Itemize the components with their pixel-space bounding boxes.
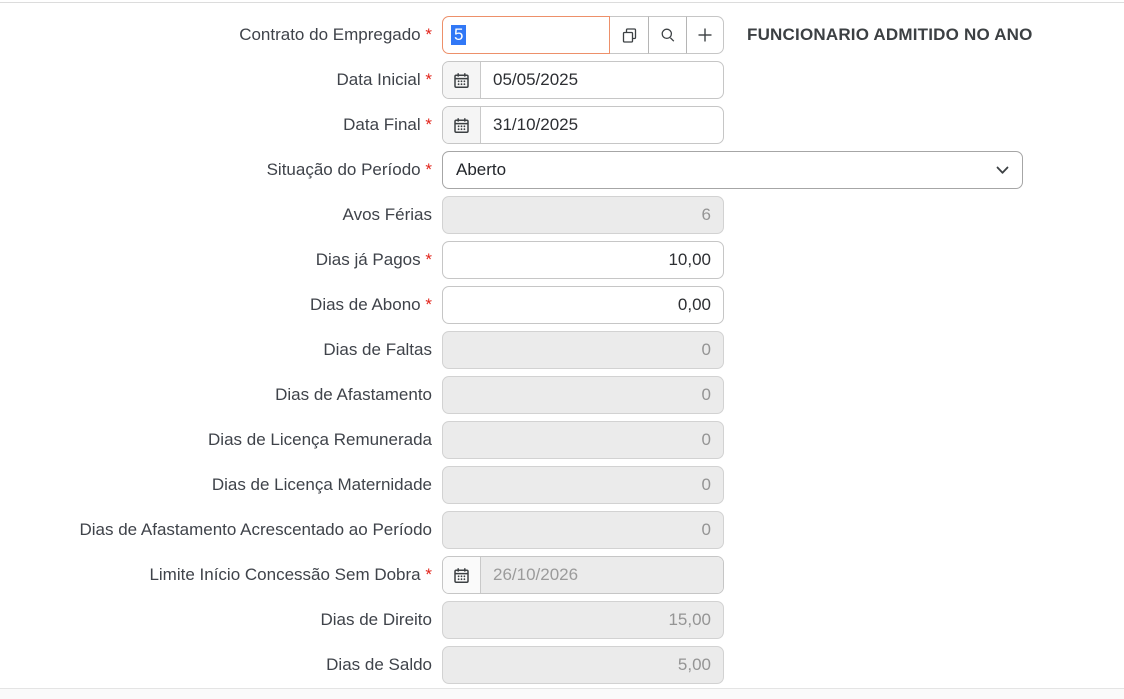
field-label: Contrato do Empregado *	[0, 25, 442, 45]
row-leave-days: Dias de Afastamento	[0, 376, 1033, 414]
start-date-group: 05/05/2025	[442, 61, 724, 99]
row-absence-days: Dias de Faltas	[0, 331, 1033, 369]
field-label: Limite Início Concessão Sem Dobra *	[0, 565, 442, 585]
copy-icon	[621, 27, 638, 44]
field-label: Data Final *	[0, 115, 442, 135]
search-icon	[660, 27, 676, 43]
vacation-period-form: Contrato do Empregado * 5	[0, 16, 1033, 691]
absence-days-input	[442, 331, 724, 369]
end-date-input[interactable]: 31/10/2025	[481, 107, 723, 143]
field-label: Dias já Pagos *	[0, 250, 442, 270]
field-label: Data Inicial *	[0, 70, 442, 90]
contract-input[interactable]: 5	[442, 16, 610, 54]
chevron-down-icon	[996, 166, 1009, 175]
required-asterisk: *	[425, 70, 432, 89]
required-asterisk: *	[425, 565, 432, 584]
required-asterisk: *	[425, 295, 432, 314]
field-label: Dias de Licença Maternidade	[0, 475, 442, 495]
grant-start-limit-calendar-button	[443, 557, 481, 593]
calendar-icon	[453, 72, 470, 89]
field-label: Dias de Faltas	[0, 340, 442, 360]
required-asterisk: *	[425, 250, 432, 269]
employee-note: FUNCIONARIO ADMITIDO NO ANO	[747, 25, 1033, 45]
row-start-date: Data Inicial * 05/05/2025	[0, 61, 1033, 99]
end-date-group: 31/10/2025	[442, 106, 724, 144]
paid-leave-days-input	[442, 421, 724, 459]
row-paid-leave-days: Dias de Licença Remunerada	[0, 421, 1033, 459]
row-contract: Contrato do Empregado * 5	[0, 16, 1033, 54]
grant-start-limit-group: 26/10/2026	[442, 556, 724, 594]
row-period-status: Situação do Período * Aberto	[0, 151, 1033, 189]
selected-option: Aberto	[456, 160, 506, 180]
start-date-calendar-button[interactable]	[443, 62, 481, 98]
field-label: Dias de Licença Remunerada	[0, 430, 442, 450]
field-label: Dias de Afastamento Acrescentado ao Perí…	[0, 520, 442, 540]
field-label: Avos Férias	[0, 205, 442, 225]
row-maternity-leave-days: Dias de Licença Maternidade	[0, 466, 1033, 504]
copy-button[interactable]	[610, 16, 648, 54]
maternity-leave-days-input	[442, 466, 724, 504]
search-button[interactable]	[648, 16, 686, 54]
row-grant-start-limit: Limite Início Concessão Sem Dobra *	[0, 556, 1033, 594]
balance-days-input	[442, 646, 724, 684]
leave-days-input	[442, 376, 724, 414]
required-asterisk: *	[425, 25, 432, 44]
end-date-calendar-button[interactable]	[443, 107, 481, 143]
period-status-select[interactable]: Aberto	[442, 151, 1023, 189]
row-days-already-paid: Dias já Pagos *	[0, 241, 1033, 279]
start-date-input[interactable]: 05/05/2025	[481, 62, 723, 98]
field-label: Dias de Saldo	[0, 655, 442, 675]
bottom-divider	[0, 688, 1124, 699]
vacation-twelfths-input	[442, 196, 724, 234]
row-entitled-days: Dias de Direito	[0, 601, 1033, 639]
entitled-days-input	[442, 601, 724, 639]
required-asterisk: *	[425, 160, 432, 179]
field-label: Dias de Abono *	[0, 295, 442, 315]
calendar-icon	[453, 117, 470, 134]
add-button[interactable]	[686, 16, 724, 54]
field-label: Situação do Período *	[0, 160, 442, 180]
field-label: Dias de Afastamento	[0, 385, 442, 405]
allowance-days-input[interactable]	[442, 286, 724, 324]
calendar-icon	[453, 567, 470, 584]
contract-lookup-group: 5	[442, 16, 724, 54]
row-end-date: Data Final * 31/10/2025	[0, 106, 1033, 144]
required-asterisk: *	[425, 115, 432, 134]
field-label: Dias de Direito	[0, 610, 442, 630]
top-divider	[0, 2, 1124, 3]
row-vacation-twelfths: Avos Férias	[0, 196, 1033, 234]
grant-start-limit-input: 26/10/2026	[481, 557, 723, 593]
days-already-paid-input[interactable]	[442, 241, 724, 279]
selected-text: 5	[451, 25, 466, 45]
row-allowance-days: Dias de Abono *	[0, 286, 1033, 324]
leave-days-added-input	[442, 511, 724, 549]
plus-icon	[697, 27, 713, 43]
row-leave-days-added: Dias de Afastamento Acrescentado ao Perí…	[0, 511, 1033, 549]
row-balance-days: Dias de Saldo	[0, 646, 1033, 684]
